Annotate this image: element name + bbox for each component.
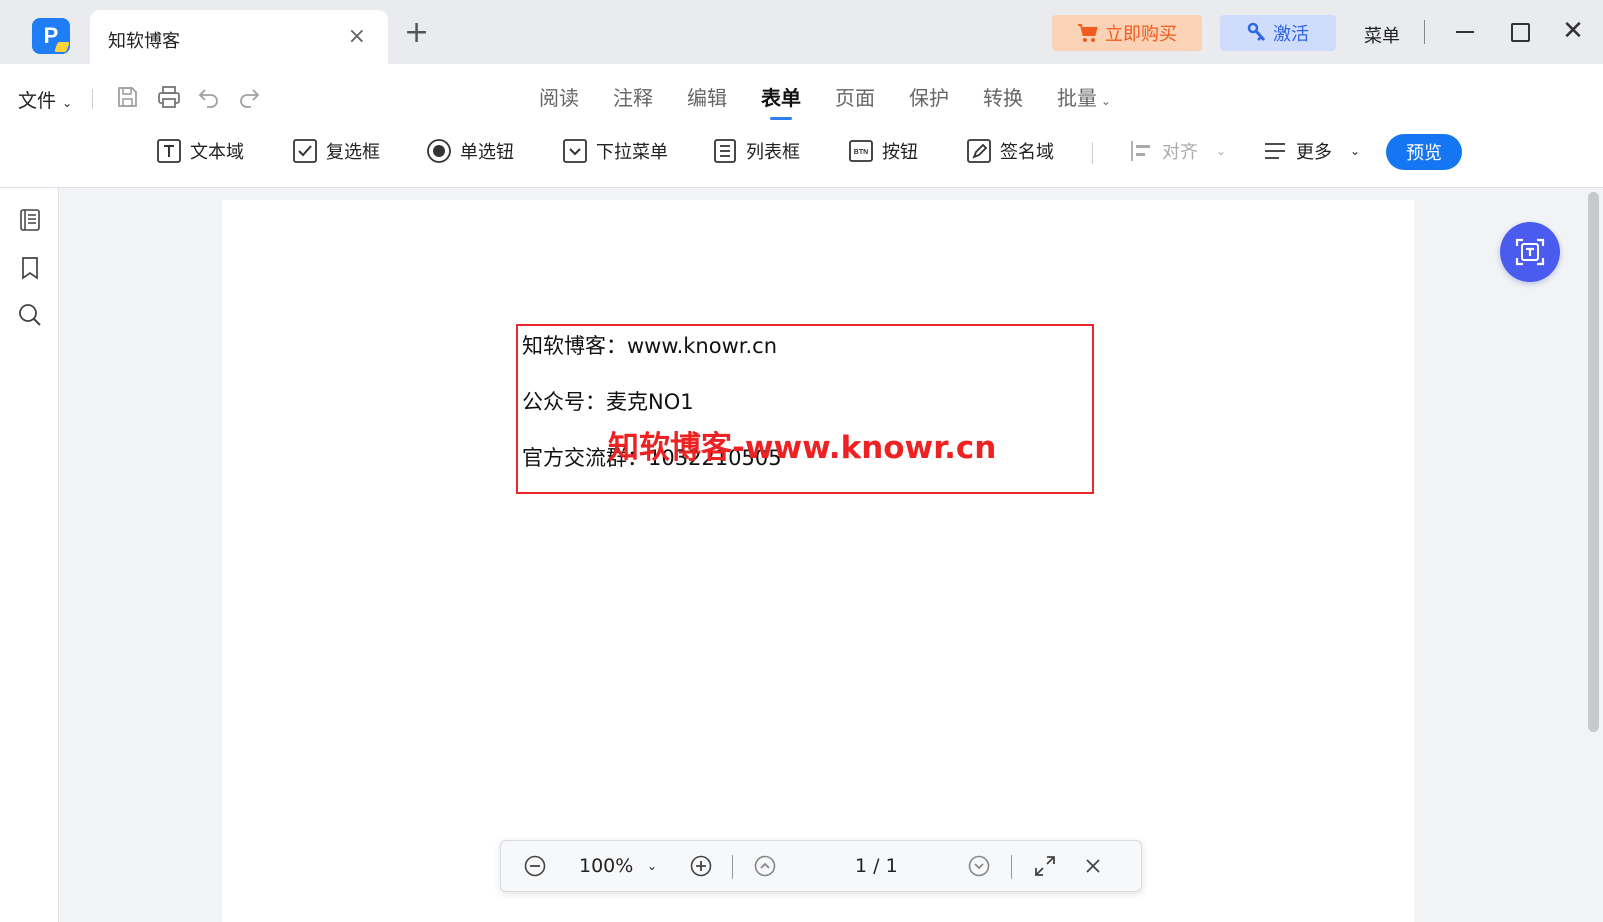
tab-annotate[interactable]: 注释 [596,82,670,111]
prev-page-icon[interactable] [753,854,777,882]
maximize-button[interactable] [1506,18,1532,44]
zoombar-divider [732,855,733,879]
file-menu-label: 文件 [18,90,57,112]
page-indicator[interactable]: 1 / 1 [855,855,898,877]
key-icon [1247,22,1266,41]
ocr-button[interactable] [1500,222,1560,282]
ribbon-toolbar: 文件 ⌄ 阅读 注释 编辑 表单 页面 保护 转换 批量 ⌄ 文本域 复选框 单… [0,64,1603,188]
radio-label: 单选钮 [460,142,514,163]
zoom-in-icon[interactable] [689,854,713,882]
watermark-text: 知软博客-www.knowr.cn [608,430,997,466]
align-icon [1131,141,1150,161]
zoombar-divider [1011,855,1012,879]
vertical-scrollbar[interactable] [1584,188,1603,922]
document-workspace: 知软博客：www.knowr.cn 公众号：麦克NO1 官方交流群：103221… [60,188,1584,922]
chevron-down-icon: ⌄ [1097,94,1111,108]
dropdown-icon [563,139,587,163]
new-tab-button[interactable]: + [404,18,429,48]
push-button-label: 按钮 [882,142,918,163]
minimize-button[interactable] [1452,18,1478,44]
tab-read[interactable]: 阅读 [522,82,596,111]
document-tab[interactable]: 知软博客 × [90,10,388,64]
chevron-down-icon: ⌄ [62,96,73,110]
main-menu-button[interactable]: 菜单 [1364,22,1400,48]
signature-label: 签名域 [1000,142,1054,163]
more-button[interactable]: 更多 ⌄ [1262,138,1360,164]
btn-icon: BTN [849,140,873,162]
more-icon [1265,143,1285,159]
pdf-page[interactable]: 知软博客：www.knowr.cn 公众号：麦克NO1 官方交流群：103221… [222,200,1414,922]
main-tab-bar: 阅读 注释 编辑 表单 页面 保护 转换 批量 ⌄ [522,82,1128,120]
tab-batch-label: 批量 [1057,86,1097,110]
zoom-level[interactable]: 100% [579,855,633,877]
window-close-button[interactable]: ✕ [1560,18,1586,44]
checkbox-label: 复选框 [326,142,380,163]
checkbox-icon [293,139,317,163]
radio-button-tool[interactable]: 单选钮 [426,138,514,164]
doc-line-wechat: 公众号：麦克NO1 [522,390,694,414]
dropdown-label: 下拉菜单 [596,142,668,163]
text-field-button[interactable]: 文本域 [156,138,244,164]
tab-form[interactable]: 表单 [744,82,818,120]
title-bar: P 知软博客 × + 立即购买 激活 菜单 ✕ [0,0,1603,64]
tab-close-icon[interactable]: × [348,24,366,49]
undo-icon[interactable] [196,84,222,110]
align-button[interactable]: 对齐 ⌄ [1128,138,1226,164]
text-field-icon [157,139,181,163]
checkbox-button[interactable]: 复选框 [292,138,380,164]
left-sidebar [0,188,59,922]
ocr-icon [1515,238,1545,266]
svg-text:BTN: BTN [854,149,868,156]
tab-protect[interactable]: 保护 [892,82,966,111]
search-icon[interactable] [18,303,42,327]
cart-icon [1078,24,1098,42]
listbox-icon [714,139,736,163]
tools-divider [1092,142,1093,164]
zoom-out-icon[interactable] [523,854,547,882]
file-menu-button[interactable]: 文件 ⌄ [18,86,72,113]
activate-label: 激活 [1273,24,1309,45]
activate-button[interactable]: 激活 [1220,15,1336,51]
chevron-down-icon: ⌄ [1216,144,1227,158]
print-icon[interactable] [156,84,182,110]
tab-edit[interactable]: 编辑 [670,82,744,111]
preview-button[interactable]: 预览 [1386,134,1462,170]
dropdown-button[interactable]: 下拉菜单 [562,138,668,164]
pdf-app-logo-icon: P [32,18,70,54]
close-icon[interactable] [1081,854,1105,882]
scrollbar-thumb[interactable] [1588,192,1599,732]
ribbon-divider [92,89,93,109]
align-label: 对齐 [1162,142,1198,163]
tab-batch[interactable]: 批量 ⌄ [1040,82,1128,111]
chevron-down-icon: ⌄ [1350,144,1361,158]
tab-page[interactable]: 页面 [818,82,892,111]
form-tools-row: 文本域 复选框 单选钮 下拉菜单 列表框 BTN 按钮 签名域 对齐 ⌄ 更多 … [0,134,1603,170]
doc-line-blog: 知软博客：www.knowr.cn [522,334,778,358]
bookmark-icon[interactable] [18,256,42,280]
signature-icon [967,139,991,163]
buy-now-label: 立即购买 [1105,24,1177,45]
signature-field-button[interactable]: 签名域 [966,138,1054,164]
chevron-down-icon[interactable]: ⌄ [647,859,657,873]
listbox-button[interactable]: 列表框 [712,138,800,164]
text-field-label: 文本域 [190,142,244,163]
redo-icon[interactable] [236,84,262,110]
listbox-label: 列表框 [746,142,800,163]
save-icon[interactable] [114,84,140,110]
tab-title: 知软博客 [108,31,180,52]
radio-icon [427,139,451,163]
text-box-frame[interactable]: 知软博客：www.knowr.cn 公众号：麦克NO1 官方交流群：103221… [516,324,1094,494]
push-button-tool[interactable]: BTN 按钮 [848,138,918,164]
buy-now-button[interactable]: 立即购买 [1052,15,1202,51]
fullscreen-icon[interactable] [1033,854,1057,882]
next-page-icon[interactable] [967,854,991,882]
outline-icon[interactable] [18,208,42,232]
zoom-toolbar: 100% ⌄ 1 / 1 [500,840,1142,892]
more-label: 更多 [1296,142,1332,163]
tab-convert[interactable]: 转换 [966,82,1040,111]
titlebar-divider [1424,20,1425,44]
